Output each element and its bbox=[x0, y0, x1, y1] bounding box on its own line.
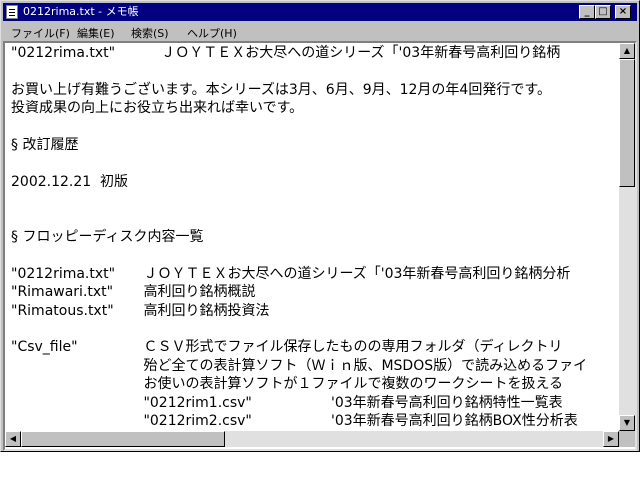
arrow-right-icon: ▶ bbox=[607, 434, 615, 443]
text-line-col1: § フロッピーディスク内容一覧 bbox=[11, 229, 204, 245]
title-bar[interactable]: 0212rima.txt - メモ帳 _ □ × bbox=[3, 3, 637, 21]
text-line-col1: "0212rima.txt" bbox=[11, 265, 116, 282]
close-button[interactable]: × bbox=[615, 5, 631, 19]
maximize-button[interactable]: □ bbox=[595, 5, 611, 19]
text-line: 投資成果の向上にお役立ち出来れば幸いです。 bbox=[11, 100, 303, 116]
text-line-col1: § 改訂履歴 bbox=[11, 137, 79, 153]
text-line: 2002.12.21 初版 bbox=[11, 174, 128, 190]
text-line: "0212rima.txt" ＪＯＹＴＥＸお大尽への道シリーズ「'03年新春号高… bbox=[11, 265, 570, 282]
close-icon: × bbox=[618, 6, 628, 17]
vertical-scroll-thumb[interactable] bbox=[619, 59, 635, 187]
text-content[interactable]: "0212rima.txt" ＪＯＹＴＥＸお大尽への道シリーズ「'03年新春号高… bbox=[5, 43, 619, 431]
text-line-col1: "Rimawari.txt" bbox=[11, 284, 114, 301]
text-editor[interactable]: "0212rima.txt" ＪＯＹＴＥＸお大尽への道シリーズ「'03年新春号高… bbox=[3, 41, 637, 451]
window-title: 0212rima.txt - メモ帳 bbox=[23, 5, 139, 18]
text-line-col1: "Csv_file" bbox=[11, 339, 78, 356]
text-line-col1: "Rimatous.txt" bbox=[11, 302, 114, 319]
text-line-col1: 投資成果の向上にお役立ち出来れば幸いです。 bbox=[11, 100, 304, 117]
menu-file[interactable]: ファイル(F) bbox=[11, 25, 70, 41]
text-line-col2: 高利回り銘柄概説 bbox=[139, 284, 256, 301]
scroll-right-button[interactable]: ▶ bbox=[603, 431, 619, 447]
scrollbar-corner bbox=[619, 431, 635, 447]
notepad-window: 0212rima.txt - メモ帳 _ □ × ファイル(F) 編集(E) 検… bbox=[0, 0, 640, 452]
menu-bar: ファイル(F) 編集(E) 検索(S) ヘルプ(H) bbox=[3, 22, 637, 41]
horizontal-scrollbar[interactable]: ◀ ▶ bbox=[5, 431, 619, 447]
text-line-col2: 高利回り銘柄投資法 bbox=[139, 302, 270, 319]
text-line-col2: "0212rim2.csv" bbox=[139, 413, 252, 429]
text-line: § フロッピーディスク内容一覧 bbox=[11, 229, 203, 245]
vertical-scrollbar[interactable]: ▲ ▼ bbox=[619, 43, 635, 431]
text-line-col1: 2002.12.21 初版 bbox=[11, 173, 129, 190]
menu-edit[interactable]: 編集(E) bbox=[77, 25, 115, 41]
scroll-left-button[interactable]: ◀ bbox=[5, 431, 21, 447]
arrow-down-icon: ▼ bbox=[623, 418, 631, 427]
scroll-up-button[interactable]: ▲ bbox=[619, 43, 635, 59]
maximize-icon: □ bbox=[598, 6, 608, 17]
text-line: "0212rima.txt" ＪＯＹＴＥＸお大尽への道シリーズ「'03年新春号高… bbox=[11, 45, 560, 61]
minimize-icon: _ bbox=[584, 6, 590, 17]
notepad-icon[interactable] bbox=[6, 5, 18, 19]
text-line-col2: 殆ど全ての表計算ソフト（Ｗｉｎ版、MSDOS版）で読み込めるファイ bbox=[139, 357, 588, 374]
text-line: "Rimawari.txt" 高利回り銘柄概説 bbox=[11, 284, 255, 301]
text-line-col3: '03年新春号高利回り銘柄BOX性分析表 bbox=[331, 413, 578, 429]
text-line: § 改訂履歴 bbox=[11, 137, 78, 153]
text-line: "Csv_file" ＣＳＶ形式でファイル保存したものの専用フォルダ（ディレクト… bbox=[11, 339, 562, 356]
text-line-col2: ＣＳＶ形式でファイル保存したものの専用フォルダ（ディレクトリ bbox=[139, 339, 563, 356]
text-line-col3: '03年新春号高利回り銘柄特性一覧表 bbox=[331, 394, 563, 411]
text-line-col2: ＪＯＹＴＥＸお大尽への道シリーズ「'03年新春号高利回り銘柄 bbox=[139, 45, 561, 61]
scroll-down-button[interactable]: ▼ bbox=[619, 415, 635, 431]
text-line-col2: "0212rim1.csv" bbox=[139, 394, 252, 411]
text-line-col1: "0212rima.txt" bbox=[11, 45, 116, 61]
arrow-left-icon: ◀ bbox=[9, 434, 17, 443]
minimize-button[interactable]: _ bbox=[579, 5, 595, 19]
text-line: "Rimatous.txt" 高利回り銘柄投資法 bbox=[11, 302, 269, 319]
text-line-col2: ＪＯＹＴＥＸお大尽への道シリーズ「'03年新春号高利回り銘柄分析 bbox=[139, 265, 571, 282]
text-line: お買い上げ有難うございます。本シリーズは3月、6月、9月、12月の年4回発行です… bbox=[11, 82, 551, 98]
menu-help[interactable]: ヘルプ(H) bbox=[187, 25, 237, 41]
arrow-up-icon: ▲ bbox=[623, 46, 631, 55]
menu-search[interactable]: 検索(S) bbox=[131, 25, 169, 41]
horizontal-scroll-thumb[interactable] bbox=[21, 431, 225, 447]
text-line-col1: お買い上げ有難うございます。本シリーズは3月、6月、9月、12月の年4回発行です… bbox=[11, 81, 551, 98]
text-line-col2: お使いの表計算ソフトが１ファイルで複数のワークシートを扱える bbox=[139, 376, 564, 393]
